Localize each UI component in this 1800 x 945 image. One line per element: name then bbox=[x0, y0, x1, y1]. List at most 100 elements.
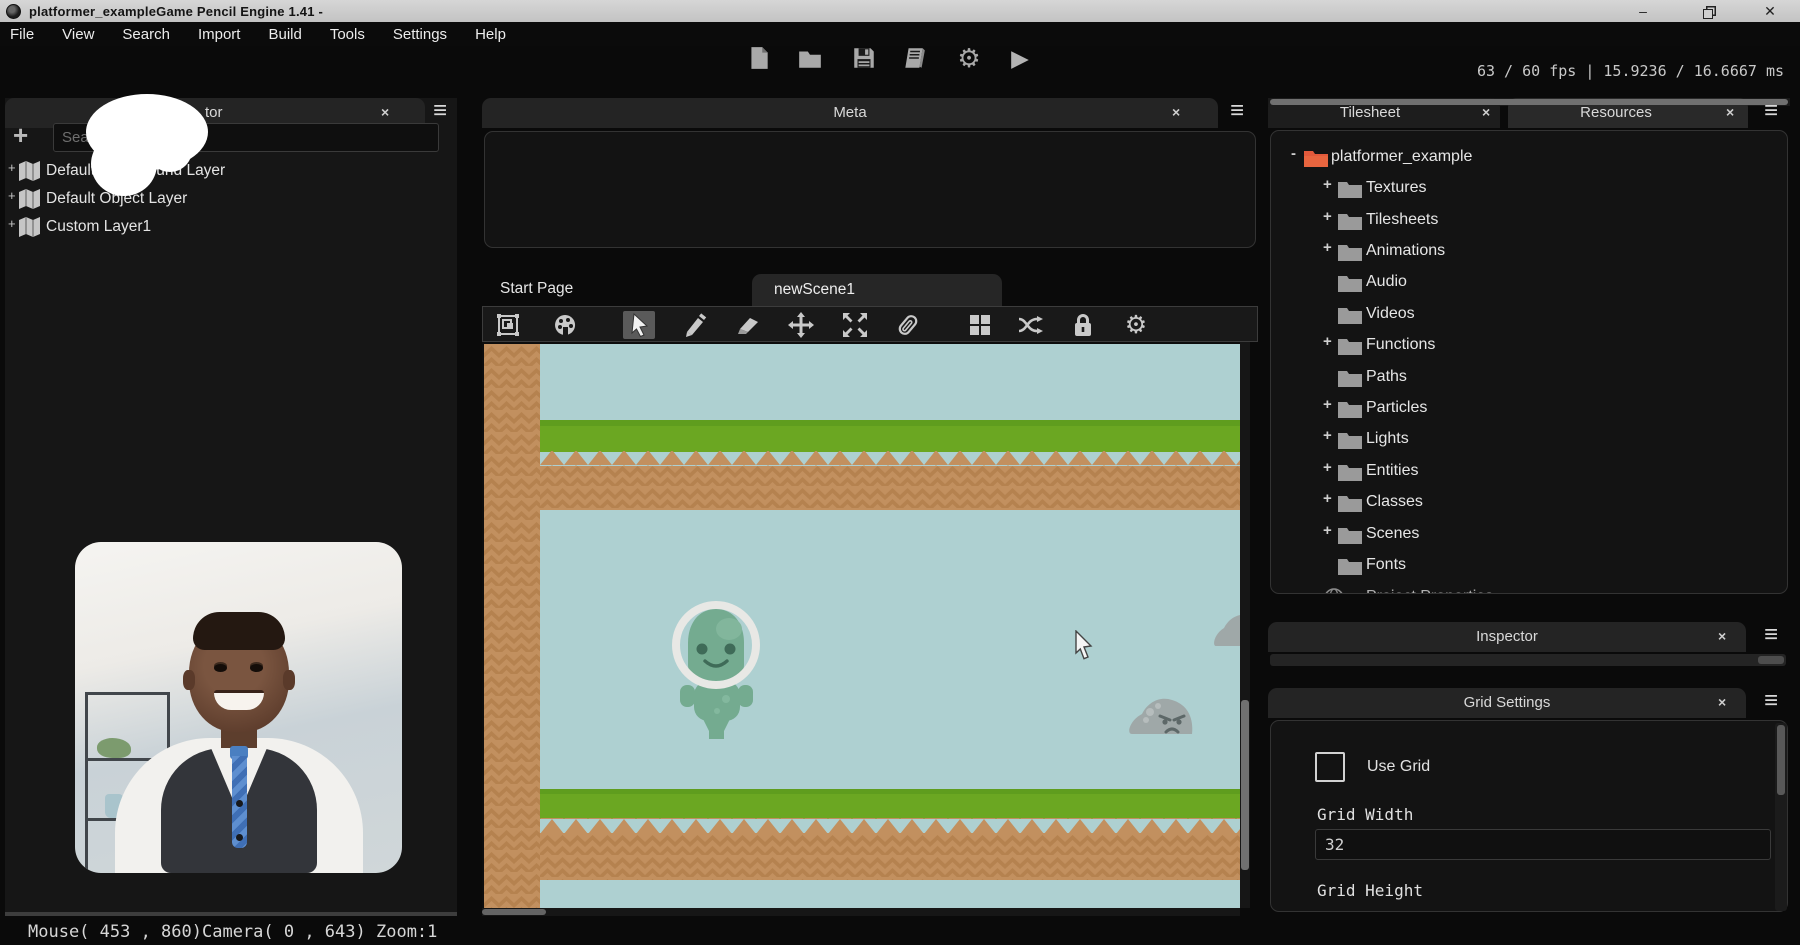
menu-view[interactable]: View bbox=[62, 26, 94, 43]
tree-expander[interactable]: + bbox=[1323, 239, 1332, 256]
inspector-panel-tab[interactable]: Inspector × bbox=[1268, 622, 1746, 652]
menu-build[interactable]: Build bbox=[268, 26, 301, 43]
grid-settings-close-icon[interactable]: × bbox=[1718, 694, 1726, 710]
scene-vertical-scrollbar[interactable] bbox=[1240, 342, 1250, 908]
resources-scroll-thumb[interactable] bbox=[1270, 99, 1788, 105]
app-icon bbox=[6, 4, 21, 19]
play-icon[interactable]: ▶ bbox=[1007, 45, 1033, 71]
add-layer-button[interactable]: + bbox=[13, 120, 28, 151]
lock-icon[interactable] bbox=[1069, 311, 1097, 339]
save-icon[interactable] bbox=[851, 45, 877, 71]
tab-newscene1[interactable]: newScene1 bbox=[752, 274, 1002, 308]
open-folder-icon[interactable] bbox=[797, 45, 823, 71]
tree-label: Animations bbox=[1366, 242, 1445, 260]
tree-item[interactable]: + Textures bbox=[1271, 176, 1787, 204]
grid-settings-panel-tab[interactable]: Grid Settings × bbox=[1268, 688, 1746, 718]
inspector-scroll-thumb[interactable] bbox=[1758, 656, 1784, 664]
layer-row[interactable]: + Custom Layer1 bbox=[5, 214, 457, 242]
layer-expander[interactable]: + bbox=[8, 188, 16, 203]
right-dock: Tilesheet × Resources × ≡ - platformer_e… bbox=[1268, 98, 1790, 912]
grid-settings-menu-icon[interactable]: ≡ bbox=[1764, 690, 1778, 712]
folder-icon bbox=[1337, 273, 1363, 293]
restore-button[interactable] bbox=[1688, 0, 1728, 22]
tree-expander[interactable]: + bbox=[1323, 490, 1332, 507]
scene-horizontal-scroll-thumb[interactable] bbox=[482, 909, 546, 915]
menu-import[interactable]: Import bbox=[198, 26, 241, 43]
tree-item-project[interactable]: - platformer_example bbox=[1271, 145, 1787, 173]
tree-item[interactable]: Paths bbox=[1271, 365, 1787, 393]
menu-file[interactable]: File bbox=[10, 26, 34, 43]
tree-expander[interactable]: + bbox=[1323, 427, 1332, 444]
attach-paperclip-icon[interactable] bbox=[894, 311, 922, 339]
resources-tab-close-icon[interactable]: × bbox=[1726, 104, 1734, 120]
tree-item[interactable]: Audio bbox=[1271, 270, 1787, 298]
canvas-layers-icon[interactable] bbox=[494, 311, 522, 339]
tree-expander[interactable]: + bbox=[1323, 208, 1332, 225]
grid-width-input[interactable] bbox=[1315, 829, 1771, 860]
move-tool-icon[interactable] bbox=[787, 311, 815, 339]
rock-enemy-partial[interactable] bbox=[1214, 608, 1240, 646]
palette-icon[interactable] bbox=[551, 311, 579, 339]
tree-expander[interactable]: + bbox=[1323, 459, 1332, 476]
alien-character[interactable] bbox=[669, 599, 764, 739]
tree-item[interactable]: + Animations bbox=[1271, 239, 1787, 267]
meta-panel-close-icon[interactable]: × bbox=[1172, 104, 1180, 120]
new-file-icon[interactable] bbox=[746, 45, 772, 71]
settings-gear-icon[interactable]: ⚙ bbox=[956, 45, 982, 71]
tree-item[interactable]: + Classes bbox=[1271, 490, 1787, 518]
meta-panel-tab[interactable]: Meta × bbox=[482, 98, 1218, 128]
layer-row[interactable]: + Default Background Layer bbox=[5, 158, 457, 186]
eraser-icon[interactable] bbox=[734, 311, 762, 339]
scene-canvas[interactable] bbox=[482, 342, 1240, 908]
close-button[interactable]: ✕ bbox=[1750, 0, 1790, 22]
rock-enemy[interactable] bbox=[1128, 690, 1196, 738]
tab-start-page[interactable]: Start Page bbox=[500, 280, 573, 298]
pencil-icon[interactable] bbox=[682, 311, 710, 339]
tree-expander[interactable]: - bbox=[1291, 145, 1296, 162]
tree-item[interactable]: + Scenes bbox=[1271, 522, 1787, 550]
minimize-button[interactable]: – bbox=[1623, 0, 1663, 22]
tree-item[interactable]: + Entities bbox=[1271, 459, 1787, 487]
menu-settings[interactable]: Settings bbox=[393, 26, 447, 43]
tilesheet-tab-close-icon[interactable]: × bbox=[1482, 104, 1490, 120]
inspector-menu-icon[interactable]: ≡ bbox=[1764, 624, 1778, 646]
select-cursor-icon[interactable] bbox=[623, 311, 655, 339]
shuffle-icon[interactable] bbox=[1017, 311, 1045, 339]
tree-item-project-properties[interactable]: Project Properties bbox=[1271, 585, 1787, 594]
tree-item[interactable]: Fonts bbox=[1271, 553, 1787, 581]
transform-scale-icon[interactable] bbox=[841, 311, 869, 339]
scene-vertical-scroll-thumb[interactable] bbox=[1241, 700, 1249, 870]
tree-item[interactable]: Videos bbox=[1271, 302, 1787, 330]
layers-panel-menu-icon[interactable]: ≡ bbox=[433, 100, 447, 122]
tree-expander[interactable]: + bbox=[1323, 333, 1332, 350]
menu-help[interactable]: Help bbox=[475, 26, 506, 43]
presenter-smile bbox=[214, 690, 264, 710]
tree-item[interactable]: + Functions bbox=[1271, 333, 1787, 361]
scene-horizontal-scrollbar[interactable] bbox=[482, 908, 1240, 916]
inspector-panel-content bbox=[1270, 654, 1786, 666]
folder-icon bbox=[1337, 430, 1363, 450]
folder-icon bbox=[1337, 399, 1363, 419]
layers-panel-close-icon[interactable]: × bbox=[381, 104, 389, 120]
layer-row[interactable]: + Default Object Layer bbox=[5, 186, 457, 214]
tree-expander[interactable]: + bbox=[1323, 396, 1332, 413]
use-grid-checkbox[interactable] bbox=[1315, 752, 1345, 782]
resources-horizontal-scrollbar[interactable] bbox=[1268, 98, 1790, 106]
presenter-hair bbox=[193, 612, 285, 650]
layer-expander[interactable]: + bbox=[8, 216, 16, 231]
tree-expander[interactable]: + bbox=[1323, 176, 1332, 193]
inspector-close-icon[interactable]: × bbox=[1718, 628, 1726, 644]
grid-settings-scroll-thumb[interactable] bbox=[1777, 725, 1785, 795]
tile-grid-icon[interactable] bbox=[966, 311, 994, 339]
meta-panel-menu-icon[interactable]: ≡ bbox=[1230, 100, 1244, 122]
documentation-icon[interactable] bbox=[901, 45, 927, 71]
layer-expander[interactable]: + bbox=[8, 160, 16, 175]
tree-item[interactable]: + Lights bbox=[1271, 427, 1787, 455]
scene-settings-gear-icon[interactable]: ⚙ bbox=[1122, 311, 1150, 339]
tree-expander[interactable]: + bbox=[1323, 522, 1332, 539]
menu-search[interactable]: Search bbox=[122, 26, 170, 43]
tree-item[interactable]: + Tilesheets bbox=[1271, 208, 1787, 236]
tree-item[interactable]: + Particles bbox=[1271, 396, 1787, 424]
menu-tools[interactable]: Tools bbox=[330, 26, 365, 43]
grid-settings-scrollbar[interactable] bbox=[1775, 723, 1787, 911]
